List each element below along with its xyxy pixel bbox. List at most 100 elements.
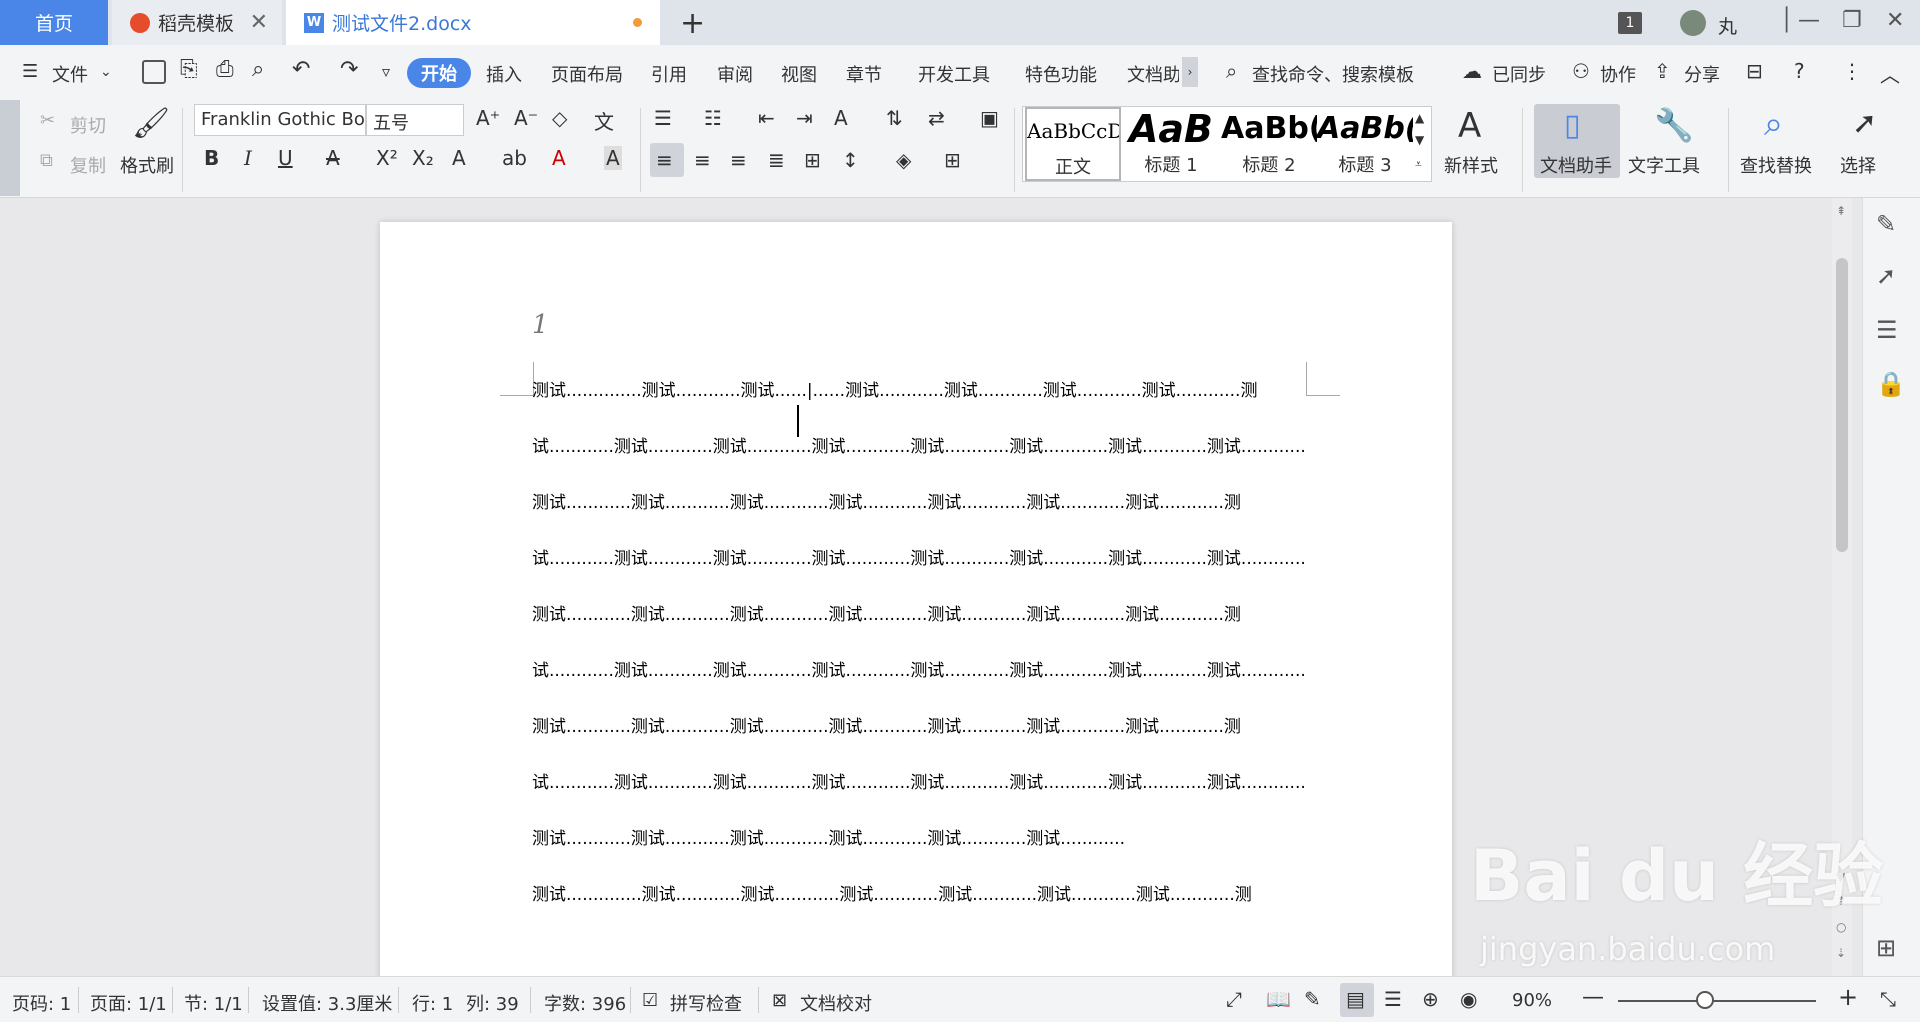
menu-chapter[interactable]: 章节: [846, 61, 882, 87]
write-mode-icon[interactable]: ✎: [1304, 987, 1321, 1011]
skin-icon[interactable]: │: [1780, 8, 1793, 33]
menu-file[interactable]: 文件: [52, 61, 88, 87]
spell-check-button[interactable]: 拼写检查: [670, 990, 742, 1016]
doc-proof-button[interactable]: 文档校对: [800, 990, 872, 1016]
tab-templates[interactable]: 稻壳模板 ✕: [112, 0, 282, 45]
shading-icon[interactable]: ◈: [896, 148, 911, 172]
outline-view-icon[interactable]: ☰: [1384, 987, 1402, 1011]
status-setting[interactable]: 设置值: 3.3厘米: [262, 990, 392, 1016]
style-heading-2[interactable]: AaBb( 标题 2: [1221, 107, 1317, 181]
table-tool-icon[interactable]: ▣: [980, 106, 999, 130]
copy-button[interactable]: 复制: [70, 152, 106, 178]
distribute-icon[interactable]: ⊞: [804, 148, 821, 172]
menu-developer[interactable]: 开发工具: [918, 61, 990, 87]
numbered-list-icon[interactable]: ☷: [704, 106, 722, 130]
scroll-up-icon[interactable]: ⇞: [1836, 204, 1846, 218]
status-col[interactable]: 列: 39: [466, 990, 519, 1016]
doc-text-line[interactable]: 测试..............测试............测试........…: [532, 880, 1252, 905]
doc-text-line[interactable]: 测试............测试............测试..........…: [532, 824, 1125, 849]
doc-helper-button[interactable]: 文档助手: [1540, 152, 1612, 178]
status-word-count[interactable]: 字数: 396: [544, 990, 626, 1016]
doc-text-line[interactable]: 试............测试............测试...........…: [532, 544, 1306, 569]
web-view-icon[interactable]: ⊕: [1422, 987, 1439, 1011]
sort-icon[interactable]: ⇅: [886, 106, 903, 130]
menu-insert[interactable]: 插入: [486, 61, 522, 87]
hamburger-icon[interactable]: ☰: [22, 61, 38, 82]
synced-status[interactable]: 已同步: [1492, 61, 1546, 87]
highlight-icon[interactable]: ab: [502, 146, 527, 170]
text-direction-icon[interactable]: A: [834, 106, 848, 130]
select-browse-icon[interactable]: ○: [1836, 920, 1846, 934]
settings-sliders-icon[interactable]: ☰: [1876, 316, 1902, 344]
doc-text-line[interactable]: 试............测试............测试...........…: [532, 432, 1306, 457]
format-painter-button[interactable]: 格式刷: [120, 152, 174, 178]
status-page[interactable]: 页面: 1/1: [90, 990, 167, 1016]
menu-start[interactable]: 开始: [407, 58, 471, 88]
zoom-slider[interactable]: [1618, 1000, 1816, 1002]
line-spacing-icon[interactable]: ↕: [842, 148, 859, 172]
strikethrough-icon[interactable]: A: [326, 146, 340, 170]
print-preview-icon[interactable]: ⌕: [252, 57, 264, 82]
apps-grid-icon[interactable]: ⊞: [1876, 934, 1902, 962]
align-right-icon[interactable]: ≡: [730, 148, 747, 172]
zoom-level-select[interactable]: 90%: [1512, 990, 1552, 1011]
text-tools-button[interactable]: 文字工具: [1628, 152, 1700, 178]
bullet-list-icon[interactable]: ☰: [654, 106, 672, 130]
layout-icon[interactable]: ⊟: [1746, 59, 1763, 83]
command-search[interactable]: 查找命令、搜索模板: [1252, 61, 1414, 87]
close-window-icon[interactable]: ✕: [1886, 8, 1904, 33]
phonetic-icon[interactable]: 文: [594, 106, 614, 135]
menu-features[interactable]: 特色功能: [1025, 61, 1097, 87]
cut-button[interactable]: 剪切: [70, 112, 106, 138]
ribbon-scroll-left[interactable]: [0, 100, 20, 196]
menu-review[interactable]: 审阅: [717, 61, 753, 87]
menu-references[interactable]: 引用: [651, 61, 687, 87]
border-icon[interactable]: ⊞: [944, 148, 961, 172]
menu-view[interactable]: 视图: [781, 61, 817, 87]
avatar[interactable]: [1680, 10, 1706, 36]
underline-icon[interactable]: U: [278, 146, 293, 170]
scrollbar-thumb[interactable]: [1836, 258, 1848, 552]
font-size-select[interactable]: 五号: [366, 104, 464, 136]
fit-page-icon[interactable]: ⤡: [1880, 987, 1896, 1011]
new-style-button[interactable]: 新样式: [1444, 152, 1498, 178]
shrink-font-icon[interactable]: A⁻: [514, 106, 538, 130]
collaborate-button[interactable]: 协作: [1600, 61, 1636, 87]
print-icon[interactable]: ⎙: [216, 57, 234, 82]
increase-indent-icon[interactable]: ⇥: [796, 106, 813, 130]
share-button[interactable]: 分享: [1684, 61, 1720, 87]
collapse-ribbon-icon[interactable]: ︿: [1880, 59, 1900, 88]
more-icon[interactable]: ⋮: [1842, 59, 1862, 83]
char-shading-icon[interactable]: A: [604, 146, 622, 170]
italic-icon[interactable]: I: [244, 146, 252, 170]
page-view-icon[interactable]: ▤: [1346, 987, 1365, 1011]
read-mode-icon[interactable]: 📖: [1266, 987, 1291, 1011]
align-left-icon[interactable]: ≡: [656, 148, 673, 172]
style-heading-1[interactable]: AaB 标题 1: [1123, 107, 1219, 181]
menu-scroll-right-icon[interactable]: ›: [1182, 57, 1198, 87]
username[interactable]: 丸: [1718, 12, 1737, 39]
doc-text-line[interactable]: 测试..............测试............测试......|.…: [532, 376, 1257, 401]
style-normal[interactable]: AaBbCcDd 正文: [1025, 107, 1121, 181]
menu-page-layout[interactable]: 页面布局: [551, 61, 623, 87]
doc-text-line[interactable]: 测试............测试............测试..........…: [532, 712, 1241, 737]
tab-home[interactable]: 首页: [0, 0, 108, 45]
menu-doc-helper[interactable]: 文档助: [1127, 61, 1179, 87]
styles-scroll-up-icon[interactable]: ▲: [1415, 111, 1424, 125]
superscript-icon[interactable]: X²: [376, 146, 398, 170]
styles-scroll-down-icon[interactable]: ▼: [1415, 133, 1424, 147]
zoom-out-icon[interactable]: —: [1582, 985, 1604, 1010]
doc-text-line[interactable]: 试............测试............测试...........…: [532, 656, 1306, 681]
lock-icon[interactable]: 🔒: [1876, 370, 1906, 398]
styles-expand-icon[interactable]: ⩡: [1415, 157, 1422, 172]
status-page-code[interactable]: 页码: 1: [12, 990, 71, 1016]
next-page-icon[interactable]: ⇣: [1836, 946, 1846, 960]
doc-text-line[interactable]: 测试............测试............测试..........…: [532, 488, 1241, 513]
chevron-down-icon[interactable]: ⌄: [100, 64, 112, 80]
close-icon[interactable]: ✕: [250, 10, 268, 35]
fullscreen-icon[interactable]: ⤢: [1226, 987, 1242, 1011]
document-page[interactable]: 1 测试..............测试............测试......…: [380, 222, 1452, 982]
pen-icon[interactable]: ✎: [1876, 210, 1902, 238]
select-button[interactable]: 选择: [1840, 152, 1876, 178]
grow-font-icon[interactable]: A⁺: [476, 106, 500, 130]
